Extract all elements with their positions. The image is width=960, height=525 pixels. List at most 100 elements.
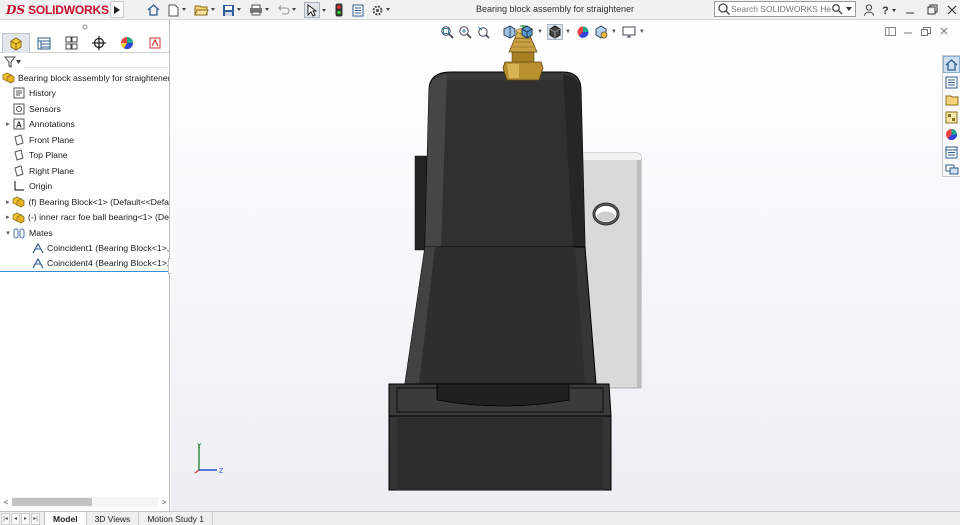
chevron-down-icon[interactable]: ▼ [611, 29, 617, 35]
task-pane-design-library[interactable] [943, 74, 960, 91]
file-properties-button[interactable] [351, 2, 364, 18]
apply-scene-button[interactable] [593, 24, 609, 40]
viewport-restore-button[interactable] [918, 25, 934, 37]
tree-node-label: Sensors [29, 103, 61, 114]
display-style-button[interactable] [546, 24, 563, 40]
user-account-button[interactable] [862, 2, 876, 17]
custom-properties-icon [945, 146, 958, 158]
bottom-tab[interactable]: Motion Study 1 [139, 512, 214, 525]
tree-node-label: Front Plane [29, 134, 74, 145]
first-tab-button[interactable]: |◂ [1, 512, 10, 525]
search-options-button[interactable] [843, 2, 855, 16]
scroll-track[interactable] [12, 497, 158, 507]
tab-feature-manager[interactable] [2, 33, 30, 53]
viewport-close-button[interactable] [936, 25, 952, 37]
tree-node[interactable]: ▸ (f) Bearing Block<1> (Default<<Defa [0, 194, 169, 210]
solidworks-logo[interactable]: DS SOLIDWORKS [6, 2, 109, 18]
chevron-down-icon[interactable]: ▼ [565, 29, 571, 35]
task-pane-file-explorer[interactable] [943, 91, 960, 108]
expand-toggle-icon[interactable]: ▸ [4, 198, 12, 206]
search-go-icon[interactable] [831, 3, 843, 15]
expand-toggle-icon[interactable]: ▸ [4, 120, 12, 128]
assembly-model[interactable] [171, 20, 960, 511]
expand-toggle-icon[interactable]: ▾ [4, 229, 12, 237]
new-document-icon [168, 4, 178, 16]
previous-view-button[interactable] [475, 24, 491, 40]
expand-toggle-icon[interactable]: ▸ [4, 213, 12, 221]
task-pane-appearances[interactable] [943, 126, 960, 143]
options-button[interactable] [370, 2, 390, 18]
bottom-tab[interactable]: 3D Views [87, 512, 140, 525]
scroll-right-icon[interactable]: > [158, 498, 170, 507]
tree-node[interactable]: Coincident1 (Bearing Block<1>, [0, 241, 169, 257]
hide-show-items-button[interactable] [575, 24, 591, 40]
title-bar: DS SOLIDWORKS Bearing block assembly for… [0, 0, 960, 20]
tree-node[interactable]: History [0, 86, 169, 102]
search-input[interactable] [731, 4, 831, 14]
close-button[interactable] [945, 2, 959, 17]
scroll-thumb[interactable] [12, 498, 92, 506]
new-document-button[interactable] [166, 2, 186, 18]
tree-node[interactable]: ▸ (-) inner racr foe ball bearing<1> (De [0, 210, 169, 226]
tree-node[interactable]: ▾ Mates [0, 225, 169, 241]
menu-expand-button[interactable] [110, 1, 124, 18]
bottom-tab[interactable]: Model [44, 512, 87, 525]
split-view-button[interactable] [882, 25, 898, 37]
tree-node[interactable]: Front Plane [0, 132, 169, 148]
view-orientation-button[interactable] [519, 24, 535, 40]
chevron-down-icon [182, 8, 186, 11]
tree-node[interactable]: Origin [0, 179, 169, 195]
panel-grip[interactable] [0, 20, 169, 33]
tab-configuration-manager[interactable] [58, 33, 86, 53]
save-button[interactable] [221, 2, 241, 18]
prev-tab-button[interactable]: ◂ [11, 512, 20, 525]
undo-icon [277, 5, 290, 15]
scroll-left-icon[interactable]: < [0, 498, 12, 507]
tab-cam-manager[interactable] [141, 33, 169, 53]
configuration-manager-icon [65, 36, 78, 50]
next-tab-button[interactable]: ▸ [21, 512, 30, 525]
tree-filter[interactable] [0, 53, 169, 70]
tab-property-manager[interactable] [30, 33, 58, 53]
chevron-down-icon[interactable]: ▼ [537, 29, 543, 35]
open-button[interactable] [193, 2, 215, 18]
forum-icon [945, 164, 958, 174]
task-pane-resources[interactable] [943, 56, 960, 73]
tree-node[interactable]: Top Plane [0, 148, 169, 164]
tree-node[interactable]: Coincident4 (Bearing Block<1>, [0, 256, 169, 272]
tree-node[interactable]: Sensors [0, 101, 169, 117]
tab-display-manager[interactable] [113, 33, 141, 53]
home-button[interactable] [146, 2, 160, 18]
viewport-minimize-button[interactable] [900, 25, 916, 37]
minimize-button[interactable] [903, 2, 917, 17]
zoom-to-area-button[interactable] [457, 24, 473, 40]
user-icon [864, 3, 874, 16]
view-settings-button[interactable] [621, 24, 637, 40]
print-button[interactable] [248, 2, 269, 18]
tree-node-label: Bearing block assembly for straightener [18, 72, 169, 83]
filter-field[interactable] [24, 55, 167, 68]
zoom-to-fit-button[interactable] [439, 24, 455, 40]
tab-dimxpert-manager[interactable] [86, 33, 114, 53]
help-search[interactable] [714, 1, 856, 17]
rebuild-button[interactable] [334, 2, 344, 18]
chevron-down-icon[interactable]: ▼ [639, 29, 645, 35]
dimxpert-icon [92, 36, 107, 50]
undo-button[interactable] [277, 2, 296, 18]
task-pane-view-palette[interactable] [943, 109, 960, 126]
task-pane-custom-properties[interactable] [943, 144, 960, 161]
select-button[interactable] [304, 2, 326, 18]
restore-button[interactable] [925, 2, 939, 17]
tree-node[interactable]: Bearing block assembly for straightener [0, 70, 169, 86]
manager-tabs [0, 33, 169, 53]
minimize-icon [906, 12, 914, 13]
graphics-area[interactable]: ▼ ▼ ▼ ▼ Y Z [171, 20, 960, 511]
last-tab-button[interactable]: ▸| [31, 512, 40, 525]
section-view-button[interactable] [501, 24, 517, 40]
tree-node[interactable]: Right Plane [0, 163, 169, 179]
horizontal-scrollbar[interactable]: < > [0, 495, 170, 509]
help-button[interactable]: ? [880, 2, 900, 17]
task-pane-forum[interactable] [943, 161, 960, 178]
zoom-to-area-icon [459, 26, 472, 39]
tree-node[interactable]: ▸ A Annotations [0, 117, 169, 133]
